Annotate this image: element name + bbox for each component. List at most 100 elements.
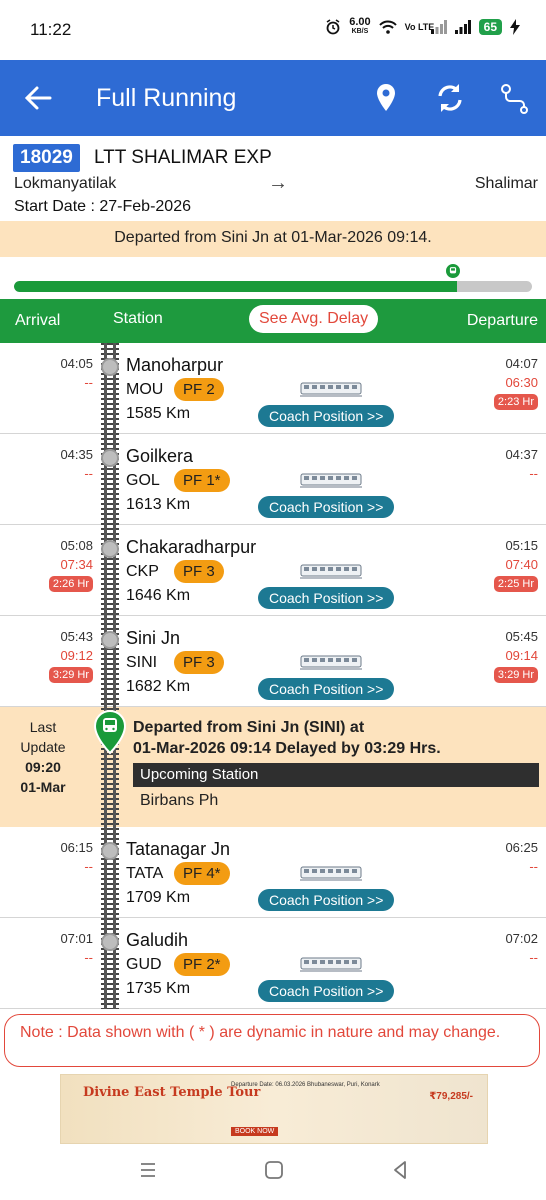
train-marker-icon <box>444 262 462 280</box>
station-name: Tatanagar Jn <box>126 839 231 859</box>
coach-train-icon <box>300 382 362 397</box>
scheduled-arrival: 05:43 <box>60 629 93 644</box>
app-bar: Full Running <box>0 60 546 136</box>
home-icon[interactable] <box>262 1158 286 1182</box>
railway-track <box>100 343 120 1009</box>
ad-book-now-button[interactable]: BOOK NOW <box>231 1127 279 1136</box>
location-pin-icon[interactable] <box>368 80 404 116</box>
back-nav-icon[interactable] <box>388 1158 412 1182</box>
upcoming-station-name: Birbans Ph <box>140 792 219 809</box>
status-bar: 11:22 6.00 KB/S Vo LTE 65 <box>0 0 546 60</box>
alarm-icon <box>326 19 340 35</box>
distance-km: 1735 Km <box>126 980 191 997</box>
scheduled-departure: 07:02 <box>505 931 538 946</box>
actual-arrival: -- <box>84 375 93 390</box>
actual-departure: -- <box>529 859 538 874</box>
coach-train-icon <box>300 866 362 881</box>
station-dot-icon <box>101 449 119 467</box>
refresh-icon[interactable] <box>432 80 468 116</box>
scheduled-arrival: 05:08 <box>60 538 93 553</box>
platform-badge: PF 1* <box>174 469 230 492</box>
station-name: Sini Jn <box>126 628 181 648</box>
start-date: Start Date : 27-Feb-2026 <box>14 198 191 215</box>
arrival-delay-badge: 3:29 Hr <box>48 667 93 683</box>
status-icons: 6.00 KB/S Vo LTE 65 <box>325 16 520 36</box>
coach-position-button[interactable]: Coach Position >> <box>258 496 395 518</box>
departure-delay-badge: 2:23 Hr <box>493 394 538 410</box>
advertisement-banner[interactable]: Divine East Temple Tour Departure Date: … <box>60 1074 488 1144</box>
source-station: Lokmanyatilak <box>14 175 117 192</box>
scheduled-arrival: 06:15 <box>60 840 93 855</box>
coach-position-button[interactable]: Coach Position >> <box>258 587 395 609</box>
train-name: LTT SHALIMAR EXP <box>94 147 272 168</box>
route-icon[interactable] <box>497 80 533 116</box>
station-code: GOL <box>126 472 160 489</box>
station-dot-icon <box>101 631 119 649</box>
coach-position-button[interactable]: Coach Position >> <box>258 889 395 911</box>
platform-badge: PF 3 <box>174 560 224 583</box>
station-code: GUD <box>126 956 162 973</box>
departure-status-text: Departed from Sini Jn at 01-Mar-2026 09:… <box>114 229 432 246</box>
coach-position-button[interactable]: Coach Position >> <box>258 980 395 1002</box>
coach-train-icon <box>300 564 362 579</box>
scheduled-arrival: 07:01 <box>60 931 93 946</box>
page-title: Full Running <box>96 84 237 112</box>
signal-1-icon <box>430 20 447 34</box>
train-number: 18029 <box>13 144 80 172</box>
station-name: Chakaradharpur <box>126 537 257 557</box>
distance-km: 1613 Km <box>126 496 191 513</box>
station-name: Goilkera <box>126 446 194 466</box>
coach-position-button[interactable]: Coach Position >> <box>258 405 395 427</box>
station-row[interactable]: 07:01 -- Galudih GUD PF 2* 1735 Km Coach… <box>0 918 546 1009</box>
scheduled-departure: 05:15 <box>505 538 538 553</box>
back-arrow-icon[interactable] <box>22 82 54 114</box>
distance-km: 1682 Km <box>126 678 191 695</box>
actual-departure: 09:14 <box>505 648 538 663</box>
see-avg-delay-button[interactable]: See Avg. Delay <box>249 305 379 333</box>
current-train-pin-icon <box>93 709 127 755</box>
route-arrow-icon: → <box>268 172 288 194</box>
station-dot-icon <box>101 540 119 558</box>
actual-arrival: 07:34 <box>60 557 93 572</box>
ad-price: ₹79,285/- <box>429 1091 473 1102</box>
station-row[interactable]: 05:08 07:34 2:26 Hr Chakaradharpur CKP P… <box>0 525 546 616</box>
arrival-column-header: Arrival <box>15 312 61 329</box>
platform-badge: PF 4* <box>174 862 230 885</box>
battery-indicator: 65 <box>478 19 502 35</box>
distance-km: 1709 Km <box>126 889 191 906</box>
dynamic-data-note: Note : Data shown with ( * ) are dynamic… <box>4 1014 540 1067</box>
coach-position-button[interactable]: Coach Position >> <box>258 678 395 700</box>
station-name: Galudih <box>126 930 189 950</box>
actual-arrival: -- <box>84 859 93 874</box>
station-code: MOU <box>126 381 164 398</box>
departure-status-banner: Departed from Sini Jn at 01-Mar-2026 09:… <box>0 221 546 257</box>
actual-departure: -- <box>529 950 538 965</box>
recent-apps-icon[interactable] <box>136 1158 160 1182</box>
actual-departure: -- <box>529 466 538 481</box>
scheduled-arrival: 04:35 <box>60 447 93 462</box>
station-row[interactable]: 04:35 -- Goilkera GOL PF 1* 1613 Km Coac… <box>0 434 546 525</box>
timetable-header: Arrival Station See Avg. Delay Departure <box>0 299 546 343</box>
charging-icon <box>510 19 520 35</box>
signal-2-icon <box>454 20 471 34</box>
stations-passed: 04:05 -- Manoharpur MOU PF 2 1585 Km Coa… <box>0 343 546 707</box>
net-speed: 6.00 KB/S <box>349 16 371 36</box>
station-row[interactable]: 04:05 -- Manoharpur MOU PF 2 1585 Km Coa… <box>0 343 546 434</box>
station-dot-icon <box>101 933 119 951</box>
departure-column-header: Departure <box>466 312 538 329</box>
actual-departure: 06:30 <box>505 375 538 390</box>
station-dot-icon <box>101 842 119 860</box>
scheduled-departure: 04:37 <box>505 447 538 462</box>
station-column-header: Station <box>113 310 163 327</box>
actual-departure: 07:40 <box>505 557 538 572</box>
station-list: 04:05 -- Manoharpur MOU PF 2 1585 Km Coa… <box>0 343 546 1009</box>
station-row[interactable]: 05:43 09:12 3:29 Hr Sini Jn SINI PF 3 16… <box>0 616 546 707</box>
station-row[interactable]: 06:15 -- Tatanagar Jn TATA PF 4* 1709 Km… <box>0 827 546 918</box>
current-status-message: Departed from Sini Jn (SINI) at 01-Mar-2… <box>133 719 441 757</box>
station-name: Manoharpur <box>126 355 224 375</box>
system-nav-bar <box>0 1144 546 1200</box>
platform-badge: PF 2* <box>174 953 230 976</box>
station-code: TATA <box>126 865 164 882</box>
actual-arrival: 09:12 <box>60 648 93 663</box>
journey-progress-bar <box>14 281 532 292</box>
